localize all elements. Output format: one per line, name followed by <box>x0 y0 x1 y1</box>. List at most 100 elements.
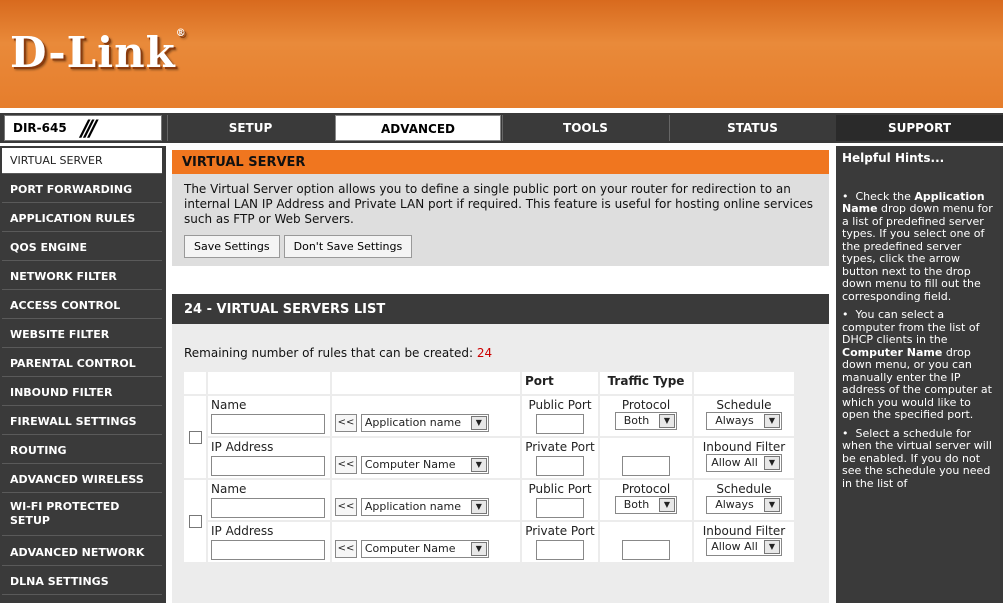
inbound-filter-select[interactable]: Allow All ▼ <box>706 454 782 472</box>
public-port-cell: Public Port <box>522 396 598 436</box>
sidebar-item-port-forwarding[interactable]: PORT FORWARDING <box>2 177 162 203</box>
save-settings-button[interactable]: Save Settings <box>184 235 280 258</box>
application-name-select[interactable]: Application name ▼ <box>360 414 489 432</box>
sidebar-item-firewall-settings[interactable]: FIREWALL SETTINGS <box>2 409 162 435</box>
protocol-number-input[interactable] <box>622 540 670 560</box>
computer-select-cell: << Computer Name ▼ <box>332 522 520 562</box>
hint2-text: You can select a computer from the list … <box>842 308 980 346</box>
schedule-select[interactable]: Always ▼ <box>706 412 782 430</box>
remaining-count: 24 <box>476 346 493 360</box>
inbound-cell: Inbound Filter Allow All ▼ <box>694 438 794 478</box>
tab-status[interactable]: STATUS <box>669 115 835 141</box>
sidebar-item-dlna-settings[interactable]: DLNA SETTINGS <box>2 569 162 595</box>
top-nav: DIR-645 /// SETUP ADVANCED TOOLS STATUS … <box>0 113 1003 143</box>
table-row: Name << Application name ▼ Public Port Pr… <box>184 396 794 478</box>
fill-computer-button[interactable]: << <box>335 540 357 558</box>
dont-save-settings-button[interactable]: Don't Save Settings <box>283 235 413 258</box>
fill-application-button[interactable]: << <box>335 498 357 516</box>
fill-computer-button[interactable]: << <box>335 456 357 474</box>
sidebar-item-network-filter[interactable]: NETWORK FILTER <box>2 264 162 290</box>
schedule-label: Schedule <box>716 398 772 412</box>
sidebar-item-wifi-protected-setup[interactable]: WI-FI PROTECTED SETUP <box>2 496 162 536</box>
computer-name-value: Computer Name <box>364 542 456 555</box>
sidebar-item-routing[interactable]: ROUTING <box>2 438 162 464</box>
computer-name-select[interactable]: Computer Name ▼ <box>360 456 489 474</box>
dropdown-arrow-icon: ▼ <box>764 456 780 470</box>
protocol-number-cell <box>600 438 692 478</box>
ip-address-input[interactable] <box>211 540 325 560</box>
sidebar-item-qos-engine[interactable]: QOS ENGINE <box>2 235 162 261</box>
private-port-cell: Private Port <box>522 522 598 562</box>
hint-computer-name: • You can select a computer from the lis… <box>842 308 992 421</box>
sidebar-item-parental-control[interactable]: PARENTAL CONTROL <box>2 351 162 377</box>
name-label: Name <box>211 398 247 412</box>
ip-address-input[interactable] <box>211 456 325 476</box>
protocol-value: Both <box>623 498 650 511</box>
schedule-label: Schedule <box>716 482 772 496</box>
inbound-filter-label: Inbound Filter <box>702 440 786 454</box>
header-traffic-type: Traffic Type <box>600 372 692 394</box>
slash-decoration-icon: /// <box>81 117 97 142</box>
hint2-bold: Computer Name <box>842 345 943 359</box>
tab-tools[interactable]: TOOLS <box>502 115 668 141</box>
name-cell: Name <box>208 480 330 520</box>
protocol-cell: Protocol Both ▼ <box>600 480 692 520</box>
model-badge: DIR-645 /// <box>4 115 162 142</box>
tab-advanced[interactable]: ADVANCED <box>335 115 501 141</box>
header-cell-select <box>332 372 520 394</box>
protocol-label: Protocol <box>621 482 671 496</box>
dropdown-arrow-icon: ▼ <box>659 414 675 428</box>
header-cell-schedule <box>694 372 794 394</box>
tab-setup[interactable]: SETUP <box>167 115 333 141</box>
intro-panel: The Virtual Server option allows you to … <box>172 174 829 266</box>
computer-name-select[interactable]: Computer Name ▼ <box>360 540 489 558</box>
page-title: VIRTUAL SERVER <box>172 150 829 174</box>
header-cell-check <box>184 372 206 394</box>
hint-application-name: • Check the Application Name drop down m… <box>842 189 993 303</box>
fill-application-button[interactable]: << <box>335 414 357 432</box>
application-name-select[interactable]: Application name ▼ <box>360 498 489 516</box>
sidebar-item-advanced-network[interactable]: ADVANCED NETWORK <box>2 540 162 566</box>
application-name-value: Application name <box>364 500 461 513</box>
table-row: IP Address << Computer Name ▼ Private Por… <box>184 438 794 478</box>
inbound-filter-select[interactable]: Allow All ▼ <box>706 538 782 556</box>
schedule-value: Always <box>715 414 754 427</box>
schedule-cell: Schedule Always ▼ <box>694 396 794 436</box>
main-content: VIRTUAL SERVER The Virtual Server option… <box>172 150 829 603</box>
name-input[interactable] <box>211 498 325 518</box>
protocol-select[interactable]: Both ▼ <box>615 496 677 514</box>
enable-checkbox[interactable] <box>188 514 202 528</box>
checkbox-cell <box>184 396 206 478</box>
virtual-servers-list-section: 24 - VIRTUAL SERVERS LIST Remaining numb… <box>172 294 829 603</box>
name-input[interactable] <box>211 414 325 434</box>
dropdown-arrow-icon: ▼ <box>470 416 487 430</box>
private-port-cell: Private Port <box>522 438 598 478</box>
protocol-select[interactable]: Both ▼ <box>615 412 677 430</box>
protocol-number-cell <box>600 522 692 562</box>
public-port-input[interactable] <box>536 498 584 518</box>
dropdown-arrow-icon: ▼ <box>764 414 780 428</box>
schedule-select[interactable]: Always ▼ <box>706 496 782 514</box>
sidebar-item-inbound-filter[interactable]: INBOUND FILTER <box>2 380 162 406</box>
public-port-label: Public Port <box>528 482 592 496</box>
sidebar-item-website-filter[interactable]: WEBSITE FILTER <box>2 322 162 348</box>
public-port-input[interactable] <box>536 414 584 434</box>
model-name: DIR-645 <box>13 121 67 135</box>
table-row: IP Address << Computer Name ▼ Private Por… <box>184 522 794 562</box>
sidebar-item-access-control[interactable]: ACCESS CONTROL <box>2 293 162 319</box>
header-port: Port <box>522 372 598 394</box>
dropdown-arrow-icon: ▼ <box>764 498 780 512</box>
private-port-input[interactable] <box>536 456 584 476</box>
protocol-number-input[interactable] <box>622 456 670 476</box>
sidebar-item-virtual-server[interactable]: VIRTUAL SERVER <box>2 148 162 174</box>
table-row: Name << Application name ▼ Public Port Pr… <box>184 480 794 562</box>
private-port-input[interactable] <box>536 540 584 560</box>
enable-checkbox[interactable] <box>188 430 202 444</box>
ip-cell: IP Address <box>208 438 330 478</box>
dropdown-arrow-icon: ▼ <box>470 542 487 556</box>
sidebar-item-application-rules[interactable]: APPLICATION RULES <box>2 206 162 232</box>
header-banner: D-Link® <box>0 0 1003 108</box>
inbound-filter-value: Allow All <box>711 456 758 469</box>
sidebar-item-advanced-wireless[interactable]: ADVANCED WIRELESS <box>2 467 162 493</box>
tab-support[interactable]: SUPPORT <box>836 115 1003 141</box>
